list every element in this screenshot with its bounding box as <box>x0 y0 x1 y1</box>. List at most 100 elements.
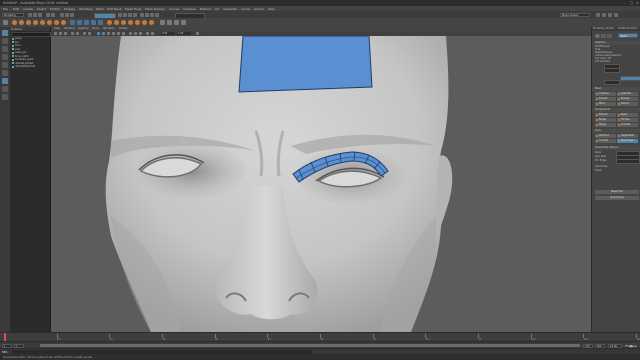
ipr-render-icon[interactable] <box>145 12 149 17</box>
lasso-tool-icon[interactable] <box>2 38 8 44</box>
combine-icon[interactable] <box>70 19 75 25</box>
fill-hole-button[interactable]: Fill Hole <box>617 118 638 122</box>
single-view-layout-icon[interactable] <box>2 78 8 84</box>
combine-button[interactable]: Combine <box>595 92 616 96</box>
viewport-menu-view[interactable]: View <box>54 27 60 30</box>
forehead-patch[interactable] <box>238 35 373 93</box>
redo-icon[interactable] <box>51 12 55 17</box>
extrude-icon[interactable] <box>107 19 112 25</box>
mirror-button[interactable]: Mirror <box>595 102 616 106</box>
selection-option[interactable]: Soft Selection <box>595 60 639 63</box>
open-scene-icon[interactable] <box>33 12 37 17</box>
object-mode-button[interactable]: Object <box>618 33 638 38</box>
camera-select-icon[interactable] <box>54 32 57 35</box>
wireframe-on-shaded-icon[interactable] <box>107 32 110 35</box>
cylinder-icon[interactable] <box>26 19 31 25</box>
quad-draw-row[interactable]: Quad Draw <box>595 165 639 168</box>
select-tool-icon[interactable] <box>2 30 8 36</box>
viewport-menu-renderer[interactable]: Renderer <box>103 27 115 30</box>
isolate-select-icon[interactable] <box>146 32 149 35</box>
go-to-end-icon[interactable]: ⏭ <box>634 344 637 348</box>
extrude-button[interactable]: Extrude <box>595 113 616 117</box>
section-quad-draw-options[interactable]: Quad Draw Options <box>593 146 640 150</box>
undo-icon[interactable] <box>46 12 50 17</box>
anim-end-field[interactable]: 200 <box>595 343 605 348</box>
section-mesh[interactable]: Mesh <box>593 87 640 91</box>
uv-editor-icon[interactable] <box>160 19 165 25</box>
viewport-menu-shading[interactable]: Shading <box>64 27 75 30</box>
outliner-item[interactable]: defaultObjectSet <box>10 65 50 69</box>
symmetry-field[interactable] <box>604 80 620 85</box>
snap-view-icon[interactable] <box>133 12 137 17</box>
soft-select-toggle[interactable] <box>620 76 640 81</box>
xray-icon[interactable] <box>151 32 154 35</box>
quad-draw-button[interactable]: Quad Draw <box>617 139 638 143</box>
target-weld-button[interactable]: Target Weld <box>617 134 638 138</box>
bevel-icon[interactable] <box>114 19 119 25</box>
connect-button[interactable]: Connect <box>595 139 616 143</box>
gamma-field[interactable]: 1.00 <box>177 31 191 36</box>
scale-tool-icon[interactable] <box>2 70 8 76</box>
viewport-3d-scene[interactable] <box>51 35 591 332</box>
motion-blur-icon[interactable] <box>134 32 137 35</box>
bridge-icon[interactable] <box>121 19 126 25</box>
image-plane-icon[interactable] <box>71 32 74 35</box>
viewport-menu-show[interactable]: Show <box>92 27 99 30</box>
outliner-layout-icon[interactable] <box>2 94 8 100</box>
smooth-button[interactable]: Smooth <box>595 97 616 101</box>
exposure-field[interactable]: 0.00 <box>161 31 175 36</box>
close-button[interactable]: × <box>635 1 640 5</box>
new-scene-icon[interactable] <box>28 12 32 17</box>
textured-icon[interactable] <box>112 32 115 35</box>
bookmark-icon[interactable] <box>64 32 67 35</box>
plane-icon[interactable] <box>47 19 52 25</box>
sidebar-toggle-icon[interactable] <box>596 12 600 17</box>
multicut-icon[interactable] <box>135 19 140 25</box>
anti-aliasing-icon[interactable] <box>139 32 142 35</box>
cone-icon[interactable] <box>33 19 38 25</box>
attribute-editor-toggle-icon[interactable] <box>608 12 612 17</box>
wireframe-icon[interactable] <box>97 32 100 35</box>
hypergraph-icon[interactable] <box>174 19 179 25</box>
mirror-icon[interactable] <box>98 19 103 25</box>
chamfer-button[interactable]: Chamfer <box>617 123 638 127</box>
workspace-dropdown[interactable]: Maya Classic <box>560 12 590 17</box>
boolean-icon[interactable] <box>91 19 96 25</box>
quad-draw-row[interactable]: Tweak <box>595 169 639 172</box>
camera-attributes-icon[interactable] <box>59 32 62 35</box>
face-mode-icon[interactable] <box>607 34 612 38</box>
playback-start-field[interactable]: 1 <box>14 343 24 348</box>
resolution-gate-icon[interactable] <box>88 32 91 35</box>
vertex-mode-icon[interactable] <box>595 34 600 38</box>
target-weld-icon[interactable] <box>142 19 147 25</box>
shelf-tab-icon[interactable] <box>3 19 8 25</box>
rotate-tool-icon[interactable] <box>2 62 8 68</box>
start-frame-field[interactable]: 1 <box>2 343 12 348</box>
cube-icon[interactable] <box>19 19 24 25</box>
tab-modeling-toolkit[interactable]: Modeling Toolkit <box>593 27 614 30</box>
disc-icon[interactable] <box>54 19 59 25</box>
merge-button[interactable]: Merge <box>595 123 616 127</box>
current-time-marker[interactable] <box>4 333 6 341</box>
edge-mode-icon[interactable] <box>601 34 606 38</box>
film-gate-icon[interactable] <box>83 32 86 35</box>
snap-point-icon[interactable] <box>128 12 132 17</box>
snap-curve-icon[interactable] <box>123 12 127 17</box>
shadows-icon[interactable] <box>122 32 125 35</box>
move-tool-icon[interactable] <box>2 54 8 60</box>
hypershade-icon[interactable] <box>155 12 159 17</box>
quad-draw-full-button[interactable]: Quad Draw <box>595 196 639 200</box>
fps-dropdown[interactable]: 24 fps <box>608 343 622 348</box>
paint-select-icon[interactable] <box>2 46 8 52</box>
select-hierarchy-icon[interactable] <box>60 12 64 17</box>
ext-edges-field[interactable] <box>616 159 640 164</box>
snap-grid-icon[interactable] <box>118 12 122 17</box>
reset-tool-button[interactable]: Reset Tool <box>595 190 639 194</box>
section-tools[interactable]: Tools <box>593 129 640 133</box>
tool-settings-toggle-icon[interactable] <box>614 12 618 17</box>
select-component-icon[interactable] <box>70 12 74 17</box>
select-object-icon[interactable] <box>65 12 69 17</box>
ambient-occlusion-icon[interactable] <box>129 32 132 35</box>
torus-icon[interactable] <box>40 19 45 25</box>
outliner-icon[interactable] <box>167 19 172 25</box>
